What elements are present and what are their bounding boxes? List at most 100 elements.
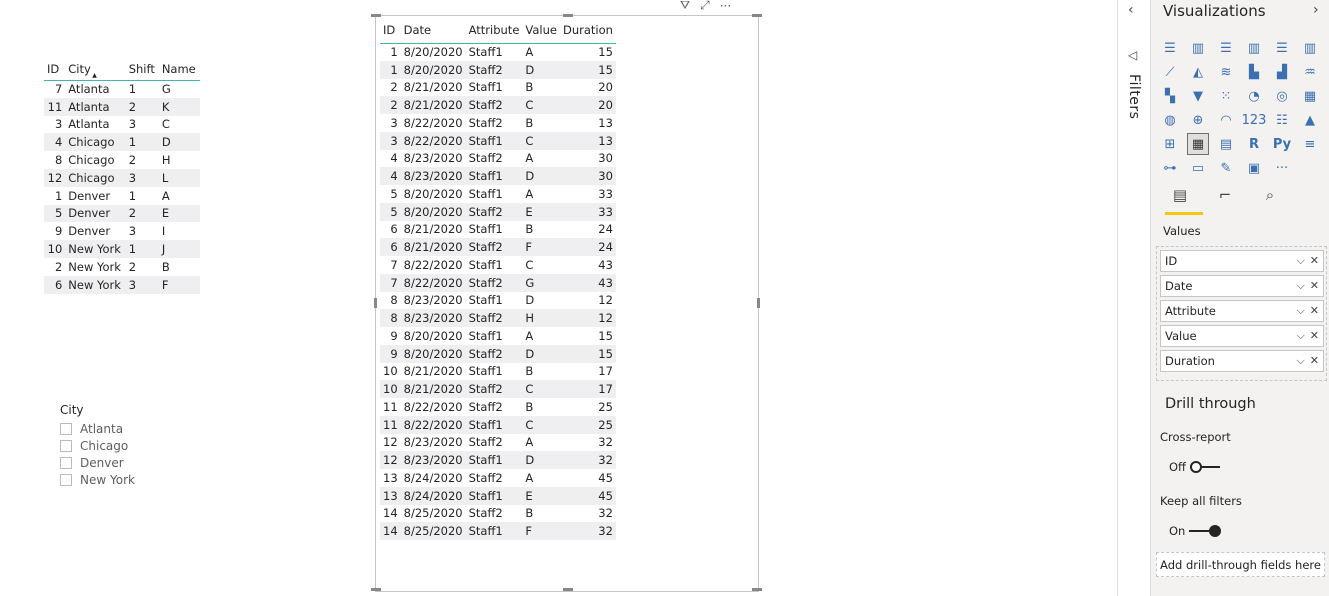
- analytics-magnifier-icon[interactable]: ⌕: [1259, 184, 1281, 206]
- 100-stacked-bar-chart-icon[interactable]: ☰: [1271, 37, 1293, 59]
- add-drill-through-fields-well[interactable]: Add drill-through fields here: [1156, 552, 1325, 577]
- line-and-clustered-column-icon[interactable]: ▟: [1271, 61, 1293, 83]
- table-icon[interactable]: ▦: [1187, 133, 1209, 155]
- table-row[interactable]: 10 8/21/2020 Staff1 B 17: [380, 363, 616, 381]
- table-row[interactable]: 7 8/22/2020 Staff1 C 43: [380, 256, 616, 274]
- table-row[interactable]: 11 8/22/2020 Staff2 B 25: [380, 398, 616, 416]
- format-paint-roller-icon[interactable]: ⌐: [1214, 184, 1236, 206]
- table-row[interactable]: 9 8/20/2020 Staff1 A 15: [380, 327, 616, 345]
- key-influencers-icon[interactable]: ≡: [1299, 133, 1321, 155]
- resize-handle[interactable]: [757, 298, 760, 308]
- table-row[interactable]: 14 8/25/2020 Staff2 B 32: [380, 505, 616, 523]
- stacked-bar-chart-icon[interactable]: ☰: [1159, 37, 1181, 59]
- table-row[interactable]: 11 8/22/2020 Staff1 C 25: [380, 415, 616, 434]
- table-row[interactable]: 3 Atlanta 3 C: [44, 116, 200, 134]
- table-row[interactable]: 12 Chicago 3 L: [44, 168, 200, 187]
- field-pill[interactable]: ID ⌵ ✕: [1160, 250, 1324, 272]
- chevron-right-icon[interactable]: ›: [1313, 2, 1319, 18]
- resize-handle[interactable]: [563, 588, 573, 591]
- values-well[interactable]: ID ⌵ ✕ Date ⌵ ✕ Attribute ⌵ ✕ Value ⌵ ✕ Duration ⌵ ✕: [1156, 246, 1327, 381]
- table-row[interactable]: 2 New York 2 B: [44, 258, 200, 276]
- col-header-attribute[interactable]: Attribute: [465, 17, 523, 44]
- table-row[interactable]: 4 Chicago 1 D: [44, 133, 200, 152]
- table-row[interactable]: 7 8/22/2020 Staff2 G 43: [380, 273, 616, 292]
- line-and-stacked-column-icon[interactable]: ▙: [1243, 61, 1265, 83]
- col-header-duration[interactable]: Duration: [559, 17, 616, 44]
- treemap-icon[interactable]: ▦: [1299, 85, 1321, 107]
- table-row[interactable]: 5 Denver 2 E: [44, 204, 200, 223]
- toggle-switch[interactable]: [1189, 525, 1222, 537]
- multi-row-card-icon[interactable]: ☷: [1271, 109, 1293, 131]
- checkbox[interactable]: [60, 439, 72, 452]
- scatter-chart-icon[interactable]: ⁙: [1215, 85, 1237, 107]
- table-row[interactable]: 1 Denver 1 A: [44, 187, 200, 205]
- slicer-item[interactable]: Atlanta: [60, 420, 135, 437]
- table-row[interactable]: 12 8/23/2020 Staff1 D 32: [380, 451, 616, 469]
- close-icon[interactable]: ✕: [1310, 304, 1319, 318]
- table-row[interactable]: 14 8/25/2020 Staff1 F 32: [380, 522, 616, 540]
- checkbox[interactable]: [60, 456, 72, 469]
- kpi-icon[interactable]: ▲: [1299, 109, 1321, 131]
- clustered-bar-chart-icon[interactable]: ☰: [1215, 37, 1237, 59]
- chevron-down-icon[interactable]: ⌵: [1296, 304, 1304, 318]
- filters-pane-collapsed[interactable]: ‹ ◁ Filters: [1117, 0, 1150, 596]
- table-row[interactable]: 3 8/22/2020 Staff1 C 13: [380, 131, 616, 150]
- more-visuals-icon[interactable]: ···: [1271, 157, 1293, 179]
- checkbox[interactable]: [60, 473, 72, 486]
- table-row[interactable]: 5 8/20/2020 Staff2 E 33: [380, 202, 616, 221]
- r-visual-icon[interactable]: R: [1243, 133, 1265, 155]
- focus-mode-icon[interactable]: ⤢: [700, 0, 710, 13]
- table-row[interactable]: 8 Chicago 2 H: [44, 151, 200, 169]
- staff-duration-table[interactable]: ID Date Attribute Value Duration 1 8/20/2…: [380, 17, 616, 540]
- table-row[interactable]: 1 8/20/2020 Staff1 A 15: [380, 43, 616, 61]
- table-row[interactable]: 9 Denver 3 I: [44, 222, 200, 240]
- col-header-city[interactable]: City ▲: [65, 56, 126, 81]
- checkbox[interactable]: [60, 422, 72, 435]
- field-pill[interactable]: Value ⌵ ✕: [1160, 325, 1324, 347]
- table-row[interactable]: 8 8/23/2020 Staff1 D 12: [380, 292, 616, 310]
- chevron-down-icon[interactable]: ⌵: [1296, 329, 1304, 343]
- filter-icon[interactable]: ⛛: [680, 0, 690, 13]
- city-shift-table[interactable]: ID City ▲ Shift Name 7 Atlanta 1 G 11 Atlanta 2…: [44, 56, 200, 294]
- table-row[interactable]: 12 8/23/2020 Staff2 A 32: [380, 434, 616, 452]
- table-row[interactable]: 4 8/23/2020 Staff1 D 30: [380, 167, 616, 185]
- col-header-shift[interactable]: Shift: [125, 56, 159, 81]
- chevron-down-icon[interactable]: ⌵: [1296, 354, 1304, 368]
- slicer-icon[interactable]: ⊞: [1159, 133, 1181, 155]
- table-row[interactable]: 5 8/20/2020 Staff1 A 33: [380, 185, 616, 203]
- pie-chart-icon[interactable]: ◔: [1243, 85, 1265, 107]
- field-pill[interactable]: Attribute ⌵ ✕: [1160, 300, 1324, 322]
- clustered-column-chart-icon[interactable]: ▥: [1243, 37, 1265, 59]
- resize-handle[interactable]: [752, 14, 762, 17]
- chevron-down-icon[interactable]: ⌵: [1296, 279, 1304, 293]
- col-header-id[interactable]: ID: [380, 17, 401, 44]
- fields-tab-icon[interactable]: ▤: [1169, 184, 1191, 206]
- matrix-icon[interactable]: ▤: [1215, 133, 1237, 155]
- toggle-switch[interactable]: [1189, 461, 1222, 473]
- resize-handle[interactable]: [752, 588, 762, 591]
- close-icon[interactable]: ✕: [1310, 329, 1319, 343]
- 100-stacked-column-chart-icon[interactable]: ▥: [1299, 37, 1321, 59]
- table-row[interactable]: 13 8/24/2020 Staff2 A 45: [380, 469, 616, 487]
- ribbon-chart-icon[interactable]: ♒: [1299, 61, 1321, 83]
- table-row[interactable]: 11 Atlanta 2 K: [44, 97, 200, 116]
- card-icon[interactable]: 123: [1242, 109, 1267, 131]
- table-row[interactable]: 2 8/21/2020 Staff1 B 20: [380, 79, 616, 97]
- decomposition-tree-icon[interactable]: ⊶: [1159, 157, 1181, 179]
- chevron-left-icon[interactable]: ‹: [1128, 2, 1134, 18]
- area-chart-icon[interactable]: ◭: [1187, 61, 1209, 83]
- more-options-icon[interactable]: ···: [720, 0, 731, 13]
- chevron-down-icon[interactable]: ⌵: [1296, 254, 1304, 268]
- donut-chart-icon[interactable]: ◎: [1271, 85, 1293, 107]
- table-row[interactable]: 10 New York 1 J: [44, 240, 200, 258]
- table-row[interactable]: 6 New York 3 F: [44, 275, 200, 294]
- stacked-area-chart-icon[interactable]: ≋: [1215, 61, 1237, 83]
- keep-all-filters-toggle[interactable]: On: [1169, 524, 1222, 538]
- table-row[interactable]: 3 8/22/2020 Staff2 B 13: [380, 114, 616, 132]
- waterfall-chart-icon[interactable]: ▚: [1159, 85, 1181, 107]
- stacked-column-chart-icon[interactable]: ▥: [1187, 37, 1209, 59]
- slicer-item[interactable]: Denver: [60, 454, 135, 471]
- col-header-value[interactable]: Value: [522, 17, 560, 44]
- table-row[interactable]: 9 8/20/2020 Staff2 D 15: [380, 344, 616, 363]
- close-icon[interactable]: ✕: [1310, 254, 1319, 268]
